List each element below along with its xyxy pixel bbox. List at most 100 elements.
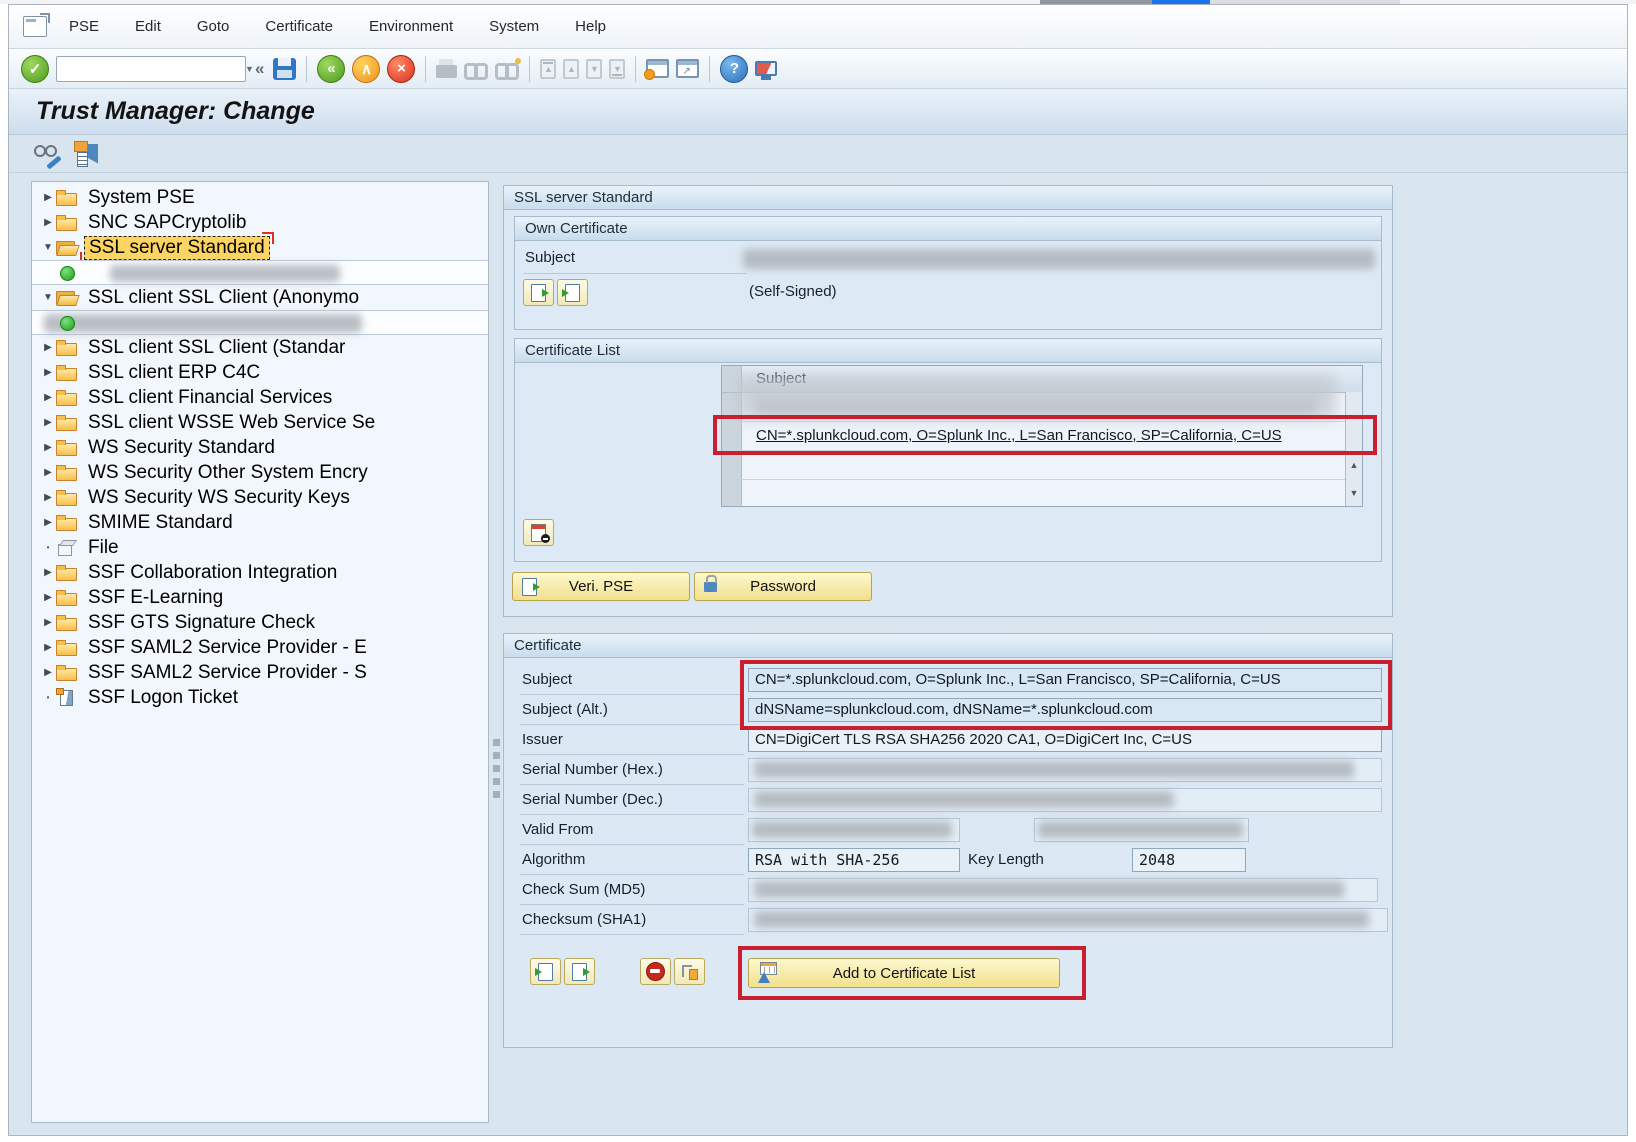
new-session-button[interactable] [646,59,669,78]
tree-item[interactable]: ▶ SSF Collaboration Integration [32,560,488,585]
tree-expander-icon[interactable]: ▶ [40,217,56,228]
splitter-handle[interactable] [493,778,500,785]
algorithm-field[interactable]: RSA with SHA-256 [748,848,960,872]
tree-expander-icon[interactable]: ▶ [40,617,56,628]
table-row-empty[interactable] [722,480,1362,507]
menu-item[interactable]: Edit [135,18,161,35]
tree-item[interactable]: ▶ SMIME Standard [32,510,488,535]
certificate-list-table: Subject CN=*.splunkcloud.com, O=Splunk I… [721,365,1363,507]
tree-expander-icon[interactable]: ▶ [40,592,56,603]
tree-expander-icon[interactable]: ▶ [40,667,56,678]
tree-item[interactable]: ▼ SSL client SSL Client (Anonymo [32,285,488,310]
splitter-handle[interactable] [493,739,500,746]
tree-expander-icon[interactable]: ▶ [40,467,56,478]
menu-item[interactable]: Certificate [265,18,333,35]
gui-options-button[interactable] [755,61,777,76]
tree-item[interactable]: ▶ SNC SAPCryptolib [32,210,488,235]
reread-button[interactable] [74,141,98,167]
tree-item[interactable]: ▼ SSL server Standard [32,235,488,260]
own-cert-export-button[interactable] [523,279,554,306]
tree-expander-icon[interactable]: ▶ [40,392,56,403]
help-button[interactable]: ? [720,55,748,83]
back-button[interactable]: « [317,55,345,83]
password-button[interactable]: Password [694,572,872,601]
certificate-list-scrollbar[interactable]: ▲ ▼ [1345,392,1362,506]
key-length-field[interactable]: 2048 [1132,848,1246,872]
tree-expander-icon[interactable]: ▶ [40,517,56,528]
exit-button[interactable]: ∧ [352,55,380,83]
tree-item-icon [56,689,79,706]
issuer-field[interactable]: CN=DigiCert TLS RSA SHA256 2020 CA1, O=D… [748,728,1382,752]
scroll-down-icon[interactable]: ▼ [1347,486,1361,500]
tree-item[interactable]: ▶ SSL client Financial Services [32,385,488,410]
tree-expander-icon[interactable]: ▶ [40,442,56,453]
system-menu-icon[interactable] [23,16,47,37]
display-change-toggle-button[interactable] [34,142,62,166]
splitter-handle[interactable] [493,752,500,759]
cancel-button[interactable]: × [387,55,415,83]
enter-button[interactable]: ✓ [21,55,49,83]
tree-item[interactable]: ▶ System PSE [32,185,488,210]
tree-item[interactable]: ▶ SSF SAML2 Service Provider - E [32,635,488,660]
tree-item[interactable]: ▶ SSF SAML2 Service Provider - S [32,660,488,685]
tree-item[interactable]: ▶ WS Security Other System Encry [32,460,488,485]
scroll-up-icon[interactable]: ▲ [1347,458,1361,472]
row-selector[interactable] [722,451,742,479]
menu-item[interactable]: Environment [369,18,453,35]
menu-item[interactable]: Help [575,18,606,35]
menu-item[interactable]: PSE [69,18,99,35]
command-input[interactable] [60,58,245,80]
own-certificate-group: Own Certificate Subject (Self-Signed) [514,216,1382,330]
tree-expander-icon[interactable]: ▼ [40,242,56,253]
serial-dec-label: Serial Number (Dec.) [522,785,663,815]
tree-item[interactable]: • SSF Logon Ticket [32,685,488,710]
row-selector[interactable] [722,422,742,450]
own-cert-import-button[interactable] [557,279,588,306]
import-certificate-button[interactable] [530,958,561,985]
splitter-handle[interactable] [493,765,500,772]
tree-expander-icon[interactable]: • [40,693,56,702]
tree-item[interactable] [32,310,488,335]
lock-icon [704,582,717,592]
export-certificate-button[interactable] [564,958,595,985]
menu-item[interactable]: Goto [197,18,230,35]
redacted-tree-text [44,314,362,333]
response-button[interactable] [674,958,705,985]
create-shortcut-button[interactable]: ↗ [676,59,699,78]
subject-alt-field[interactable]: dNSName=splunkcloud.com, dNSName=*.splun… [748,698,1382,722]
tree-expander-icon[interactable]: • [40,543,56,552]
tree-item[interactable]: ▶ WS Security Standard [32,435,488,460]
tree-item[interactable]: ▶ SSF E-Learning [32,585,488,610]
veri-pse-button[interactable]: Veri. PSE [512,572,690,601]
add-to-certificate-list-button[interactable]: Add to Certificate List [748,958,1060,988]
tree-item[interactable]: ▶ WS Security WS Security Keys [32,485,488,510]
cancel-icon: × [397,60,406,77]
tree-item[interactable]: ▶ SSL client WSSE Web Service Se [32,410,488,435]
tree-expander-icon[interactable]: ▼ [40,292,56,303]
tree-expander-icon[interactable]: ▶ [40,642,56,653]
tree-item[interactable]: ▶ SSL client SSL Client (Standar [32,335,488,360]
tree-expander-icon[interactable]: ▶ [40,367,56,378]
subject-field[interactable]: CN=*.splunkcloud.com, O=Splunk Inc., L=S… [748,668,1382,692]
tree-item-icon [56,539,79,556]
tree-item[interactable] [32,260,488,285]
delete-certificate-button[interactable] [523,519,554,546]
tree-expander-icon[interactable]: ▶ [40,342,56,353]
tree-expander-icon[interactable]: ▶ [40,192,56,203]
tree-expander-icon[interactable]: ▶ [40,492,56,503]
collapse-toolbar-icon[interactable]: « [255,59,264,79]
save-button[interactable] [273,58,296,80]
tree-expander-icon[interactable]: ▶ [40,567,56,578]
tree-item[interactable]: ▶ SSL client ERP C4C [32,360,488,385]
splitter-handle[interactable] [493,791,500,798]
tree-item[interactable]: • File [32,535,488,560]
chevron-down-icon[interactable]: ▼ [245,64,254,74]
command-field[interactable]: ▼ [56,56,246,82]
tree-item[interactable]: ▶ SSF GTS Signature Check [32,610,488,635]
table-row-splunkcloud[interactable]: CN=*.splunkcloud.com, O=Splunk Inc., L=S… [722,422,1362,451]
tree-expander-icon[interactable]: ▶ [40,417,56,428]
table-row-empty[interactable] [722,451,1362,480]
row-selector[interactable] [722,480,742,507]
menu-item[interactable]: System [489,18,539,35]
block-certificate-button[interactable] [640,958,671,985]
